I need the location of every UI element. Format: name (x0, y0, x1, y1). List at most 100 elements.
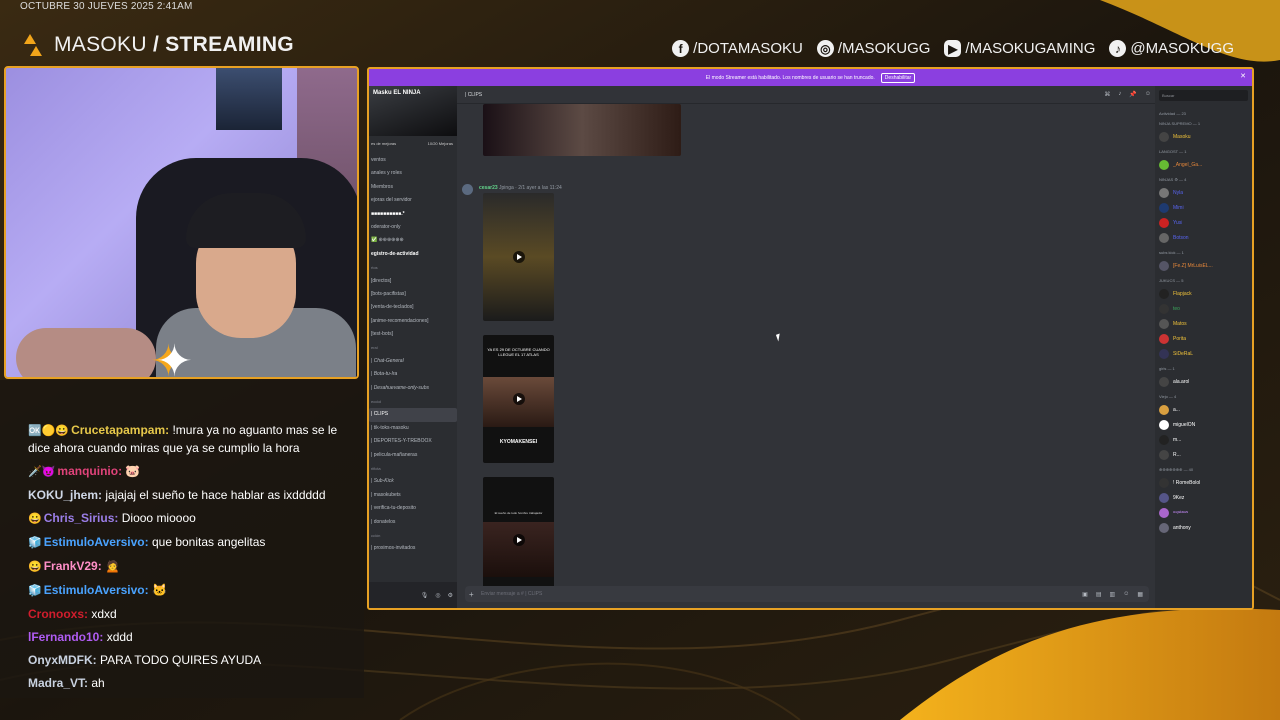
channel-item[interactable]: | CLIPS (369, 408, 457, 422)
channel-item[interactable]: anales y roles (369, 167, 457, 180)
apps-icon[interactable]: ▦ (1137, 591, 1143, 598)
server-name: Masku EL NINJA (373, 90, 421, 96)
channel-category[interactable]: eral (369, 341, 457, 354)
headphones-icon[interactable]: ◎ (435, 592, 440, 599)
channel-category[interactable]: rtos (369, 261, 457, 274)
chat-username[interactable]: Chris_Sirius: (44, 511, 119, 525)
member-item[interactable]: Yusi (1159, 215, 1248, 230)
member-item[interactable]: Botson (1159, 230, 1248, 245)
member-item[interactable]: Mimi (1159, 200, 1248, 215)
message-composer[interactable]: + Enviar mensaje a # | CLIPS ▣ ▤ ▥ ☺ ▦ (465, 586, 1149, 602)
member-item[interactable]: ᵃⁿᵍᵉˡᵃᵉᵛᵉ (1159, 505, 1248, 520)
social-link[interactable]: ♪ @MASOKUGG (1109, 40, 1234, 57)
member-item[interactable]: 9Kez (1159, 490, 1248, 505)
member-item[interactable]: teo (1159, 301, 1248, 316)
chat-username[interactable]: manquinio: (57, 464, 122, 478)
boost-progress[interactable]: es de mejoras 10/20 Mejoras (369, 136, 457, 150)
channel-item[interactable]: oderator-only (369, 221, 457, 234)
wall-poster (216, 68, 282, 130)
member-item[interactable]: Nyla (1159, 185, 1248, 200)
chat-username[interactable]: Crucetapampam: (71, 423, 169, 437)
channel-item[interactable]: ejoras del servidor (369, 194, 457, 207)
channel-item[interactable]: | Chat-General (369, 355, 457, 368)
gif-icon[interactable]: ▤ (1096, 591, 1102, 598)
play-icon[interactable] (512, 393, 525, 405)
member-item[interactable]: Matos (1159, 316, 1248, 331)
members-icon[interactable]: ☺ (1145, 91, 1151, 98)
chat-username[interactable]: FrankV29: (44, 559, 102, 573)
member-item[interactable]: m... (1159, 432, 1248, 447)
member-item[interactable]: ala.arol (1159, 374, 1248, 389)
member-item[interactable]: Porita (1159, 331, 1248, 346)
channel-item[interactable]: | proximos-invitados (369, 542, 457, 555)
attach-plus-icon[interactable]: + (469, 590, 474, 599)
channel-item[interactable]: ✅ ⊕⊕⊕⊕⊕⊕ (369, 234, 457, 247)
message-author[interactable]: cesar23 Jpinga · 2/1 ayer a las 11:24 (479, 185, 562, 191)
member-item[interactable]: _Angel_Ga... (1159, 157, 1248, 172)
chat-username[interactable]: lFernando10: (28, 630, 103, 644)
member-item[interactable]: anthony (1159, 520, 1248, 535)
author-avatar[interactable] (462, 184, 473, 195)
threads-icon[interactable]: ⌘ (1104, 91, 1110, 98)
chat-username[interactable]: KOKU_jhem: (28, 488, 102, 502)
channel-item[interactable]: Miembros (369, 181, 457, 194)
gift-icon[interactable]: ▣ (1082, 591, 1088, 598)
channel-item[interactable]: | donatelos (369, 516, 457, 529)
mic-icon[interactable]: 🎙 (421, 592, 429, 599)
server-banner[interactable]: Masku EL NINJA (369, 86, 457, 136)
channel-item[interactable]: | Desahuevame-only-subs (369, 382, 457, 395)
social-link[interactable]: ◎/MASOKUGG (816, 40, 930, 57)
emoji-icon[interactable]: ☺ (1123, 591, 1129, 598)
channel-item[interactable]: | masokubets (369, 489, 457, 502)
channel-item[interactable]: | Bota-tu-Ira (369, 368, 457, 381)
video-thumbnail[interactable] (483, 104, 681, 156)
channel-item[interactable]: [bots-pacifistas] (369, 288, 457, 301)
chat-username[interactable]: EstimuloAversivo: (44, 535, 149, 549)
channel-category[interactable]: rificta (369, 462, 457, 475)
member-item[interactable]: a... (1159, 402, 1248, 417)
chat-message: 🧊 EstimuloAversivo: 🐱 (28, 582, 350, 600)
chat-username[interactable]: OnyxMDFK: (28, 653, 97, 667)
social-link[interactable]: ▶/MASOKUGAMING (944, 40, 1095, 57)
video-attachment[interactable] (483, 193, 554, 321)
close-icon[interactable]: ✕ (1240, 72, 1246, 80)
channel-item[interactable]: [test-bots] (369, 328, 457, 341)
channel-item[interactable]: | pelicula-mañaneras (369, 449, 457, 462)
channel-item[interactable]: ■■■■■■■■■■.* (369, 208, 457, 221)
channel-item[interactable]: ventos (369, 154, 457, 167)
settings-gear-icon[interactable]: ⚙ (448, 592, 453, 599)
channel-item[interactable]: | verifica-tu-deposito (369, 502, 457, 515)
member-avatar (1159, 477, 1169, 488)
channel-item[interactable]: egistro-de-actividad (369, 248, 457, 261)
video-attachment[interactable]: El sueño de todo hombre trabajador (483, 477, 554, 602)
member-item[interactable]: miguelON (1159, 417, 1248, 432)
member-item[interactable]: R... (1159, 447, 1248, 462)
channel-item[interactable]: | Sub-Kick (369, 475, 457, 488)
chat-username[interactable]: Madra_VT: (28, 676, 88, 690)
chat-username[interactable]: Cronooxs: (28, 607, 88, 621)
social-link[interactable]: f/DOTAMASOKU (672, 40, 803, 57)
channel-item[interactable]: [directos] (369, 275, 457, 288)
member-item[interactable]: [Fe.Z] MrLuisEL... (1159, 258, 1248, 273)
channel-category[interactable]: ecciol (369, 395, 457, 408)
member-item[interactable]: Masoku (1159, 129, 1248, 144)
member-name: [Fe.Z] MrLuisEL... (1173, 262, 1213, 269)
video-attachment[interactable]: YA ES 29 DE OCTUBRE CUANDO LLEGUE EL 17 … (483, 335, 554, 463)
channel-item[interactable]: [venta-de-teclados] (369, 301, 457, 314)
disable-streamer-mode-button[interactable]: Deshabilitar (880, 72, 916, 83)
channel-item[interactable]: [anime-recomendaciones] (369, 315, 457, 328)
sticker-icon[interactable]: ▥ (1110, 591, 1116, 598)
pin-icon[interactable]: 📌 (1129, 91, 1136, 98)
member-item[interactable]: ! RomeBolol (1159, 475, 1248, 490)
member-item[interactable]: SiDeRaL (1159, 346, 1248, 361)
play-icon[interactable] (512, 251, 525, 263)
date-time-label: OCTUBRE 30 JUEVES 2025 2:41AM (20, 1, 193, 12)
search-input[interactable]: Buscar (1159, 90, 1248, 101)
play-icon[interactable] (512, 533, 525, 546)
member-item[interactable]: Flapjack (1159, 286, 1248, 301)
notification-icon[interactable]: ♪ (1118, 91, 1121, 98)
channel-item[interactable]: | tik-toks-masoku (369, 422, 457, 435)
chat-username[interactable]: EstimuloAversivo: (44, 583, 149, 597)
channel-item[interactable]: | DEPORTES-Y-TREBOOX (369, 435, 457, 448)
channel-category[interactable]: cción (369, 529, 457, 542)
